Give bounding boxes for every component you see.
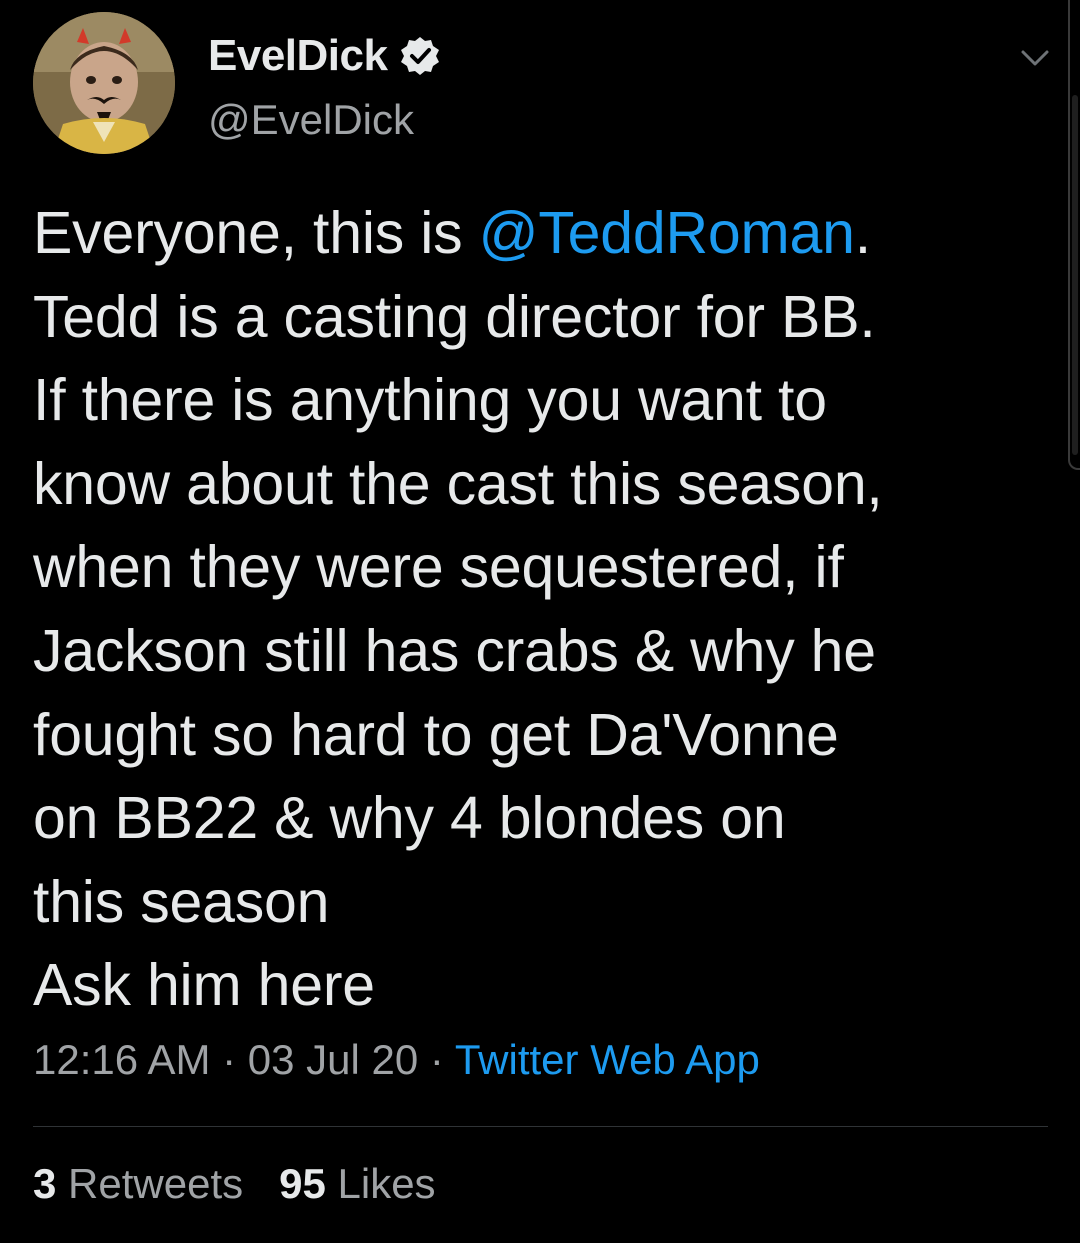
tweet-line: Tedd is a casting director for BB. — [33, 283, 876, 350]
tweet-line: If there is anything you want to — [33, 367, 827, 434]
likes-stat[interactable]: 95 Likes — [279, 1160, 435, 1207]
retweets-count: 3 — [33, 1160, 57, 1207]
tweet-header: EvelDick @EvelDick — [33, 12, 1049, 157]
tweet-line: when they were sequestered, if — [33, 534, 844, 601]
meta-separator: · — [210, 1036, 248, 1083]
tweet-meta: 12:16 AM · 03 Jul 20 · Twitter Web App — [33, 1036, 760, 1084]
divider — [33, 1126, 1048, 1127]
tweet-line: fought so hard to get Da'Vonne — [33, 701, 839, 768]
tweet-text: Everyone, this is @TeddRoman. Tedd is a … — [33, 192, 1043, 1028]
meta-separator: · — [418, 1036, 455, 1083]
tweet-line: Jackson still has crabs & why he — [33, 617, 876, 684]
chevron-down-icon[interactable] — [1015, 38, 1055, 78]
author-handle[interactable]: @EvelDick — [208, 96, 414, 144]
likes-label: Likes — [337, 1160, 436, 1207]
tweet-line: on BB22 & why 4 blondes on — [33, 785, 786, 852]
verified-badge-icon — [399, 35, 441, 77]
avatar[interactable] — [33, 12, 175, 154]
scrollbar-thumb[interactable] — [1072, 95, 1078, 455]
tweet-line: know about the cast this season, — [33, 450, 883, 517]
avatar-image — [33, 12, 175, 154]
tweet-detail: EvelDick @EvelDick Everyone, this is @Te… — [0, 0, 1080, 1243]
scrollbar-track[interactable] — [1068, 0, 1080, 470]
mention-link[interactable]: @TeddRoman — [479, 200, 855, 266]
tweet-source-link[interactable]: Twitter Web App — [455, 1036, 760, 1083]
tweet-date[interactable]: 03 Jul 20 — [248, 1036, 418, 1083]
tweet-text-segment: Everyone, this is — [33, 200, 479, 266]
tweet-line: Ask him here — [33, 952, 375, 1019]
tweet-line: Everyone, this is @TeddRoman. — [33, 192, 1043, 276]
display-name-row: EvelDick — [208, 26, 441, 86]
display-name[interactable]: EvelDick — [208, 31, 388, 81]
tweet-time[interactable]: 12:16 AM — [33, 1036, 210, 1083]
likes-count: 95 — [279, 1160, 326, 1207]
tweet-line: this season — [33, 868, 330, 935]
tweet-stats: 3 Retweets 95 Likes — [33, 1160, 436, 1208]
tweet-text-segment: . — [854, 200, 871, 266]
retweets-stat[interactable]: 3 Retweets — [33, 1160, 243, 1207]
retweets-label: Retweets — [68, 1160, 244, 1207]
